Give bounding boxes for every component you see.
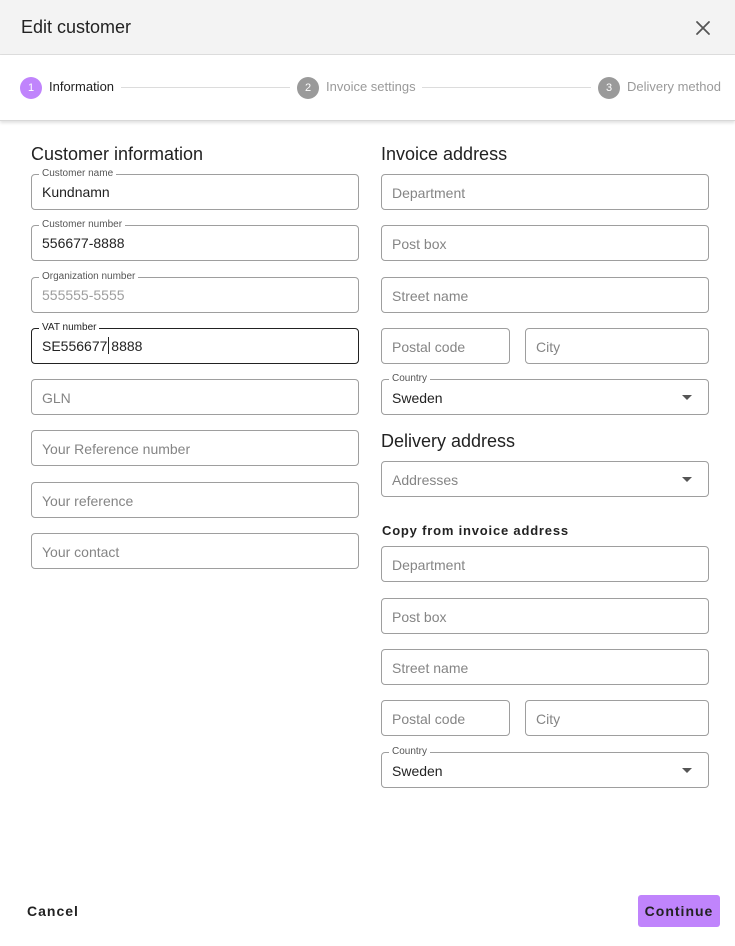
field-value: 555555-5555 xyxy=(42,287,125,303)
your-reference-number-field[interactable]: Your Reference number xyxy=(31,430,359,466)
field-value: Sweden xyxy=(392,763,443,779)
field-placeholder: Department xyxy=(392,185,466,201)
field-placeholder: Post box xyxy=(392,609,447,625)
field-label: VAT number xyxy=(39,322,100,334)
copy-from-invoice-address-title: Copy from invoice address xyxy=(382,523,569,538)
delivery-address-title: Delivery address xyxy=(381,431,516,451)
step-1-number[interactable]: 1 xyxy=(20,77,42,99)
close-icon[interactable] xyxy=(692,17,714,39)
stepper: 1 Information 2 Invoice settings 3 Deliv… xyxy=(0,55,735,121)
cancel-button[interactable]: Cancel xyxy=(20,895,86,927)
delivery-addresses-select[interactable]: Addresses xyxy=(381,461,709,497)
invoice-city-field[interactable]: City xyxy=(525,328,709,364)
your-contact-field[interactable]: Your contact xyxy=(31,533,359,569)
invoice-street-name-field[interactable]: Street name xyxy=(381,277,709,313)
field-placeholder: Your contact xyxy=(42,544,120,560)
field-value: SE556677 8888 xyxy=(42,338,143,354)
organization-number-field[interactable]: Organization number 555555-5555 xyxy=(31,271,359,313)
invoice-country-select[interactable]: Country Sweden xyxy=(381,373,709,415)
invoice-postal-code-field[interactable]: Postal code xyxy=(381,328,510,364)
field-label: Country xyxy=(389,746,431,758)
field-placeholder: Department xyxy=(392,557,466,573)
step-1-label[interactable]: Information xyxy=(49,79,114,94)
delivery-department-field[interactable]: Department xyxy=(381,546,709,582)
customer-information-title: Customer information xyxy=(31,144,204,164)
invoice-department-field[interactable]: Department xyxy=(381,174,709,210)
delivery-post-box-field[interactable]: Post box xyxy=(381,598,709,634)
step-connector xyxy=(422,87,591,88)
chevron-down-icon xyxy=(682,768,692,773)
field-placeholder: Postal code xyxy=(392,339,466,355)
field-placeholder: Your reference xyxy=(42,493,134,509)
vat-number-field[interactable]: VAT number SE556677 8888 xyxy=(31,322,359,364)
step-2-label[interactable]: Invoice settings xyxy=(326,79,416,94)
chevron-down-icon xyxy=(682,477,692,482)
chevron-down-icon xyxy=(682,395,692,400)
field-placeholder: Addresses xyxy=(392,472,459,488)
field-placeholder: City xyxy=(536,711,561,727)
customer-number-field[interactable]: Customer number 556677-8888 xyxy=(31,219,359,261)
your-reference-field[interactable]: Your reference xyxy=(31,482,359,518)
delivery-country-select[interactable]: Country Sweden xyxy=(381,746,709,788)
text-cursor xyxy=(108,337,109,354)
field-value: 556677-8888 xyxy=(42,235,125,251)
field-label: Customer number xyxy=(39,219,126,231)
delivery-street-name-field[interactable]: Street name xyxy=(381,649,709,685)
step-3-number[interactable]: 3 xyxy=(598,77,620,99)
field-label: Customer name xyxy=(39,168,117,180)
field-value: Sweden xyxy=(392,390,443,406)
field-label: Country xyxy=(389,373,431,385)
field-value: Kundnamn xyxy=(42,184,110,200)
field-placeholder: Street name xyxy=(392,288,469,304)
continue-button[interactable]: Continue xyxy=(638,895,720,927)
field-placeholder: Post box xyxy=(392,236,447,252)
customer-name-field[interactable]: Customer name Kundnamn xyxy=(31,168,359,210)
field-placeholder: Street name xyxy=(392,660,469,676)
gln-field[interactable]: GLN xyxy=(31,379,359,415)
delivery-postal-code-field[interactable]: Postal code xyxy=(381,700,510,736)
dialog-header: Edit customer xyxy=(0,0,735,55)
dialog-title: Edit customer xyxy=(21,17,132,37)
field-label: Organization number xyxy=(39,271,139,283)
field-placeholder: Postal code xyxy=(392,711,466,727)
field-placeholder: Your Reference number xyxy=(42,441,191,457)
invoice-address-title: Invoice address xyxy=(381,144,508,164)
delivery-city-field[interactable]: City xyxy=(525,700,709,736)
field-placeholder: City xyxy=(536,339,561,355)
field-placeholder: GLN xyxy=(42,390,71,406)
step-3-label[interactable]: Delivery method xyxy=(627,79,721,94)
step-2-number[interactable]: 2 xyxy=(297,77,319,99)
step-connector xyxy=(121,87,290,88)
invoice-post-box-field[interactable]: Post box xyxy=(381,225,709,261)
